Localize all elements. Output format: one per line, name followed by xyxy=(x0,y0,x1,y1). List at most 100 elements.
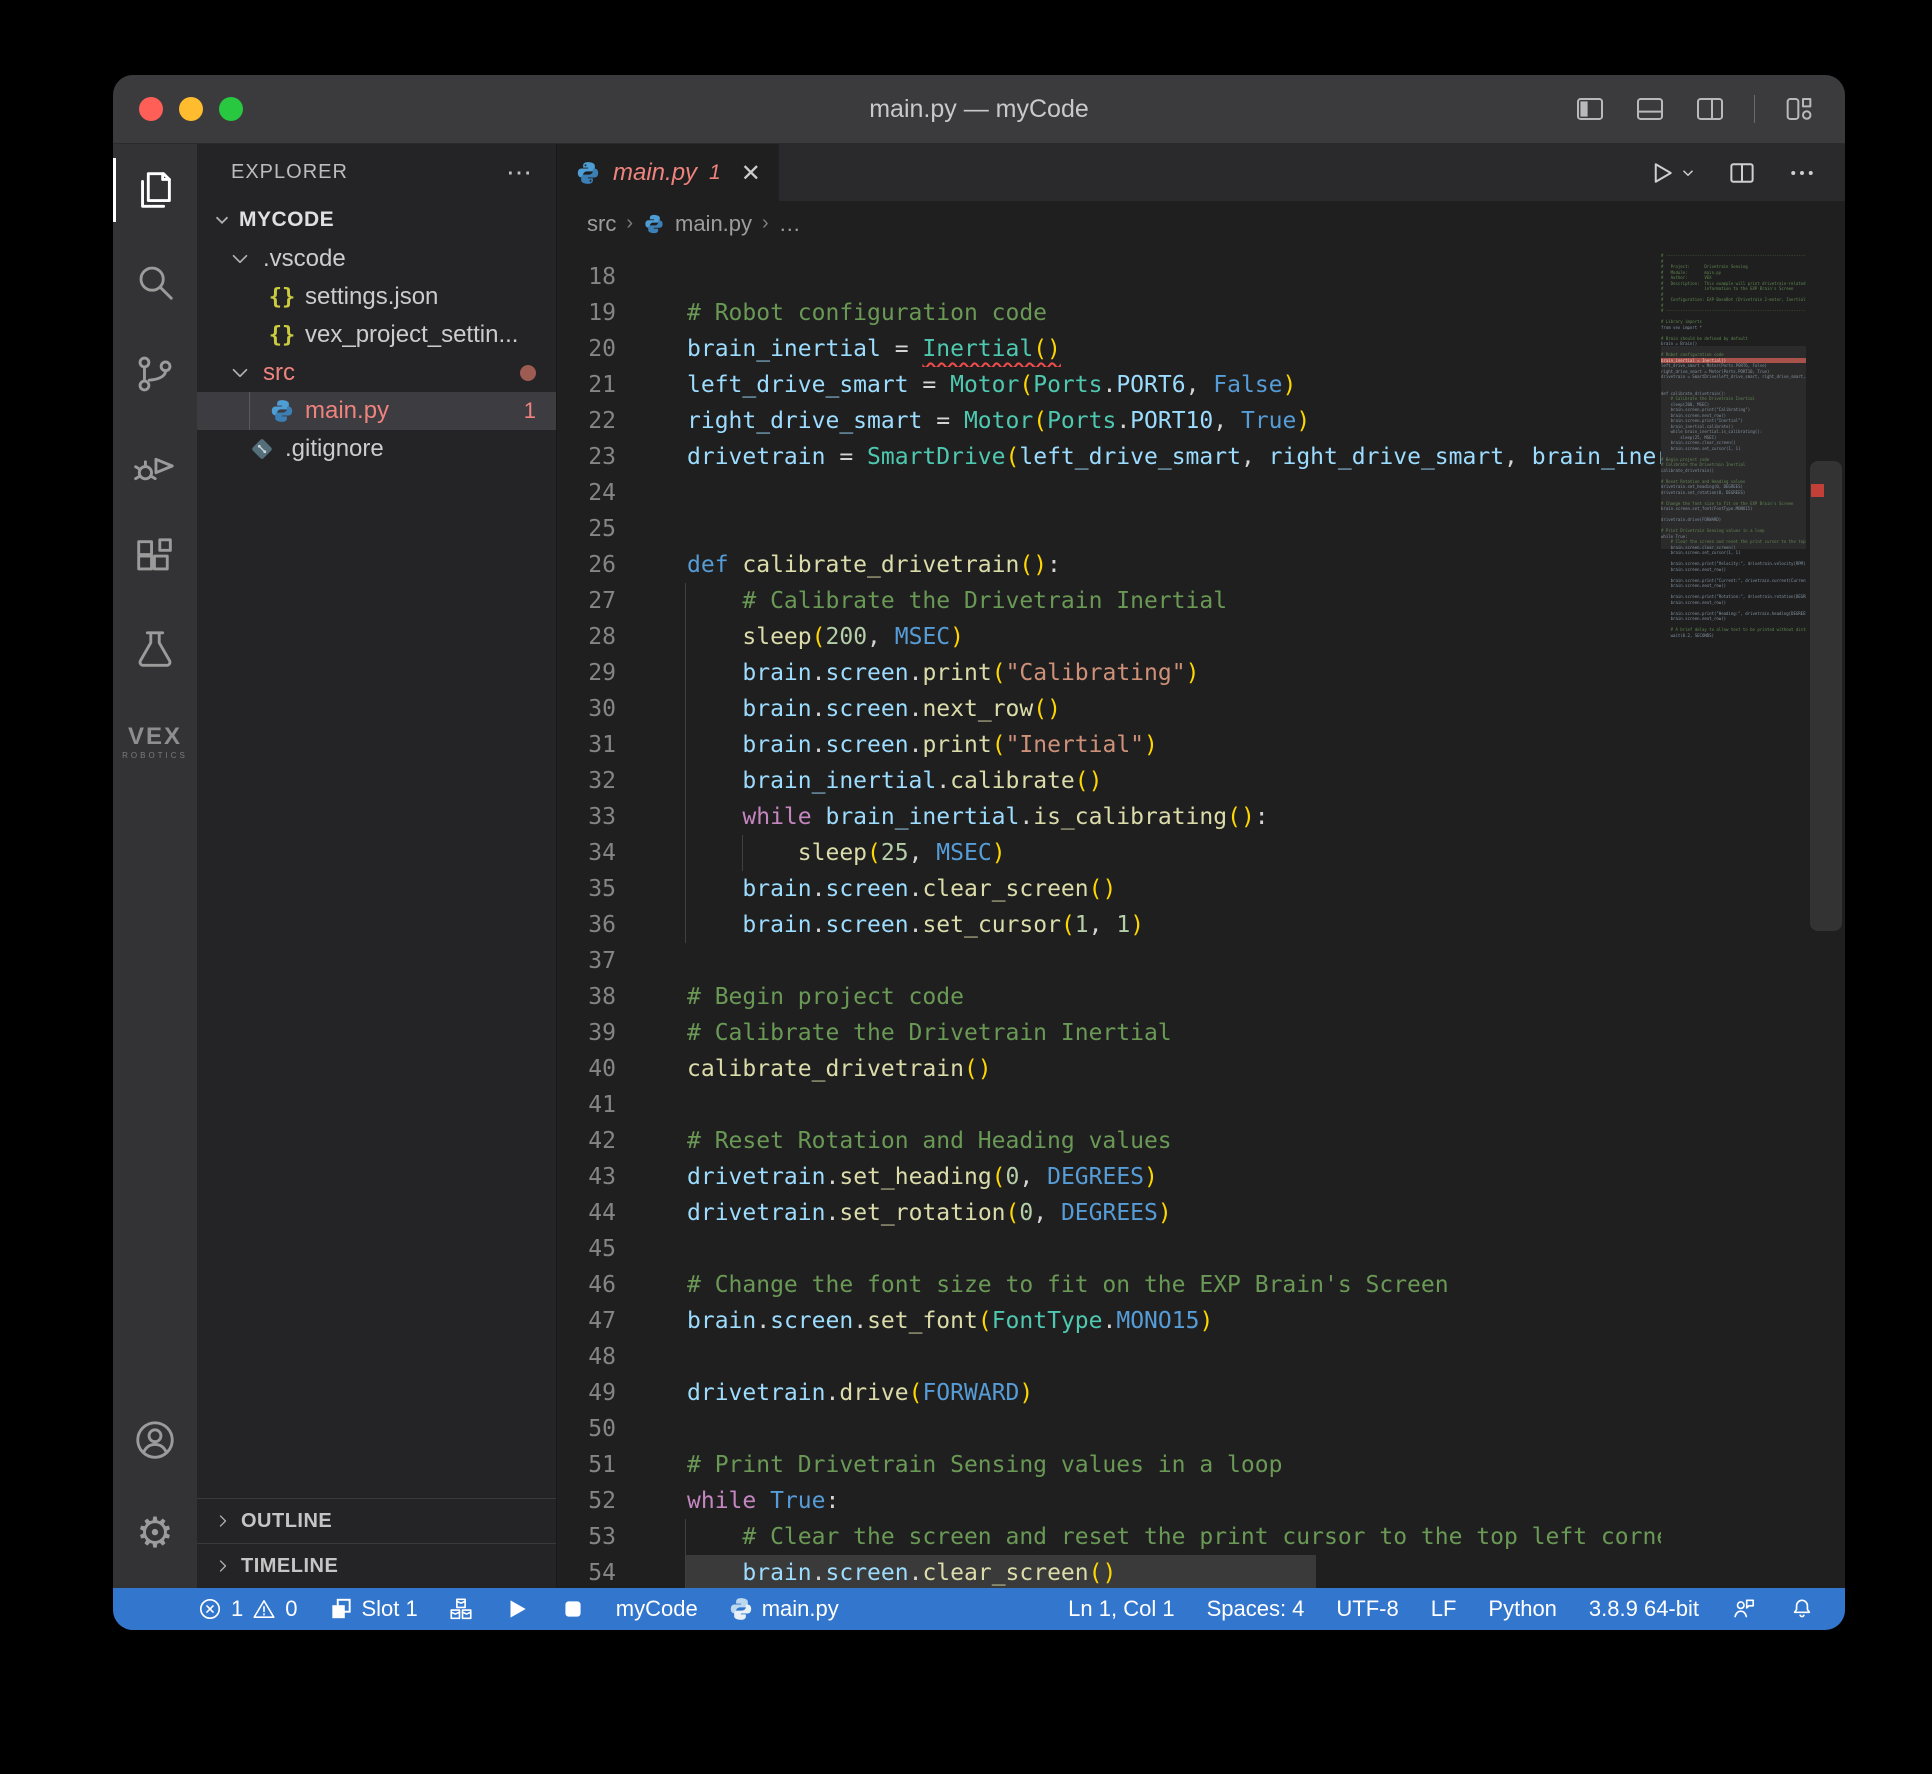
code-line-30[interactable]: 30 brain.screen.next_row() xyxy=(557,691,1661,727)
status-feedback[interactable] xyxy=(1731,1596,1757,1622)
minimap-slider[interactable] xyxy=(1661,346,1806,549)
tree-item-vex-project-settin-[interactable]: {}vex_project_settin... xyxy=(197,316,556,354)
status-notifications[interactable] xyxy=(1789,1596,1815,1622)
customize-layout-icon[interactable] xyxy=(1783,93,1815,125)
code-line-36[interactable]: 36 brain.screen.set_cursor(1, 1) xyxy=(557,907,1661,943)
status-eol[interactable]: LF xyxy=(1431,1596,1457,1622)
code-line-29[interactable]: 29 brain.screen.print("Calibrating") xyxy=(557,655,1661,691)
code-line-26[interactable]: 26def calibrate_drivetrain(): xyxy=(557,547,1661,583)
status-vex-run[interactable] xyxy=(504,1596,530,1622)
code-line-42[interactable]: 42# Reset Rotation and Heading values xyxy=(557,1123,1661,1159)
activity-testing-icon[interactable] xyxy=(113,604,197,696)
problems-indicator[interactable]: 10 xyxy=(197,1596,298,1622)
status-problems-errors[interactable]: 1 xyxy=(197,1596,243,1622)
scrollbar[interactable] xyxy=(1806,246,1845,1588)
status-encoding[interactable]: UTF-8 xyxy=(1336,1596,1398,1622)
code-line-50[interactable]: 50 xyxy=(557,1411,1661,1447)
code-line-24[interactable]: 24 xyxy=(557,475,1661,511)
toggle-secondary-sidebar-icon[interactable] xyxy=(1694,93,1726,125)
code-line-44[interactable]: 44drivetrain.set_rotation(0, DEGREES) xyxy=(557,1195,1661,1231)
code-line-22[interactable]: 22right_drive_smart = Motor(Ports.PORT10… xyxy=(557,403,1661,439)
line-number: 40 xyxy=(557,1051,687,1087)
git-file-icon xyxy=(249,436,275,462)
workspace-root-label: MYCODE xyxy=(239,208,334,232)
activity-search-icon[interactable] xyxy=(113,236,197,328)
code-line-41[interactable]: 41 xyxy=(557,1087,1661,1123)
tab-main-py[interactable]: main.py 1 ✕ xyxy=(557,144,779,201)
status-python-interpreter[interactable]: 3.8.9 64-bit xyxy=(1589,1596,1699,1622)
more-actions-button[interactable] xyxy=(1787,158,1817,188)
breadcrumb-item[interactable]: src xyxy=(587,211,616,237)
play-icon xyxy=(1647,158,1677,188)
line-number: 20 xyxy=(557,331,687,367)
workspace-root-folder[interactable]: MYCODE xyxy=(197,200,556,240)
scrollbar-slider[interactable] xyxy=(1810,461,1842,931)
code-line-38[interactable]: 38# Begin project code xyxy=(557,979,1661,1015)
code-line-40[interactable]: 40calibrate_drivetrain() xyxy=(557,1051,1661,1087)
status-indentation[interactable]: Spaces: 4 xyxy=(1207,1596,1305,1622)
panel-outline[interactable]: OUTLINE xyxy=(197,1498,556,1543)
tree-item-src[interactable]: src xyxy=(197,354,556,392)
code-line-52[interactable]: 52while True: xyxy=(557,1483,1661,1519)
code-line-21[interactable]: 21left_drive_smart = Motor(Ports.PORT6, … xyxy=(557,367,1661,403)
activity-settings-icon[interactable]: ⚙ xyxy=(113,1486,197,1578)
code-line-27[interactable]: 27 # Calibrate the Drivetrain Inertial xyxy=(557,583,1661,619)
status-vex-stop[interactable] xyxy=(560,1596,586,1622)
views-and-more-actions-button[interactable]: ⋯ xyxy=(506,157,534,188)
tree-item--gitignore[interactable]: .gitignore xyxy=(197,430,556,468)
code-line-37[interactable]: 37 xyxy=(557,943,1661,979)
code-line-53[interactable]: 53 # Clear the screen and reset the prin… xyxy=(557,1519,1661,1555)
activity-account-icon[interactable] xyxy=(113,1394,197,1486)
code-line-19[interactable]: 19# Robot configuration code xyxy=(557,295,1661,331)
line-number: 51 xyxy=(557,1447,687,1483)
breadcrumb-item[interactable]: main.py xyxy=(675,211,752,237)
tree-item-label: .vscode xyxy=(263,245,346,273)
code-line-39[interactable]: 39# Calibrate the Drivetrain Inertial xyxy=(557,1015,1661,1051)
tree-item-settings-json[interactable]: {}settings.json xyxy=(197,278,556,316)
status-language-mode[interactable]: Python xyxy=(1488,1596,1557,1622)
activity-vex-robotics-icon[interactable]: VEXROBOTICS xyxy=(113,696,197,788)
status-problems-warnings[interactable]: 0 xyxy=(251,1596,297,1622)
status-vex-blocks[interactable] xyxy=(448,1596,474,1622)
activity-run-debug-icon[interactable] xyxy=(113,420,197,512)
tree-item-main-py[interactable]: main.py1 xyxy=(197,392,556,430)
code-text: drivetrain.drive(FORWARD) xyxy=(687,1375,1661,1411)
status-cursor-position[interactable]: Ln 1, Col 1 xyxy=(1068,1596,1174,1622)
code-editor[interactable]: 1819# Robot configuration code20brain_in… xyxy=(557,246,1845,1588)
code-line-51[interactable]: 51# Print Drivetrain Sensing values in a… xyxy=(557,1447,1661,1483)
breadcrumb-item[interactable]: … xyxy=(779,211,801,237)
status-vex-slot[interactable]: Slot 1 xyxy=(328,1596,418,1622)
panel-timeline[interactable]: TIMELINE xyxy=(197,1543,556,1588)
code-line-48[interactable]: 48 xyxy=(557,1339,1661,1375)
tree-item--vscode[interactable]: .vscode xyxy=(197,240,556,278)
code-line-32[interactable]: 32 brain_inertial.calibrate() xyxy=(557,763,1661,799)
code-line-43[interactable]: 43drivetrain.set_heading(0, DEGREES) xyxy=(557,1159,1661,1195)
code-line-31[interactable]: 31 brain.screen.print("Inertial") xyxy=(557,727,1661,763)
line-number: 52 xyxy=(557,1483,687,1519)
code-line-47[interactable]: 47brain.screen.set_font(FontType.MONO15) xyxy=(557,1303,1661,1339)
activity-extensions-icon[interactable] xyxy=(113,512,197,604)
close-tab-button[interactable]: ✕ xyxy=(741,159,761,187)
separator xyxy=(1754,95,1755,123)
code-line-45[interactable]: 45 xyxy=(557,1231,1661,1267)
code-line-49[interactable]: 49drivetrain.drive(FORWARD) xyxy=(557,1375,1661,1411)
activity-source-control-icon[interactable] xyxy=(113,328,197,420)
code-line-28[interactable]: 28 sleep(200, MSEC) xyxy=(557,619,1661,655)
code-line-20[interactable]: 20brain_inertial = Inertial() xyxy=(557,331,1661,367)
code-line-18[interactable]: 18 xyxy=(557,259,1661,295)
split-editor-button[interactable] xyxy=(1727,158,1757,188)
code-line-35[interactable]: 35 brain.screen.clear_screen() xyxy=(557,871,1661,907)
code-line-23[interactable]: 23drivetrain = SmartDrive(left_drive_sma… xyxy=(557,439,1661,475)
status-active-file[interactable]: main.py xyxy=(728,1596,839,1622)
code-line-34[interactable]: 34 sleep(25, MSEC) xyxy=(557,835,1661,871)
code-line-33[interactable]: 33 while brain_inertial.is_calibrating()… xyxy=(557,799,1661,835)
code-line-25[interactable]: 25 xyxy=(557,511,1661,547)
toggle-primary-sidebar-icon[interactable] xyxy=(1574,93,1606,125)
code-line-54[interactable]: 54 brain.screen.clear_screen() xyxy=(557,1555,1661,1588)
toggle-panel-icon[interactable] xyxy=(1634,93,1666,125)
code-line-46[interactable]: 46# Change the font size to fit on the E… xyxy=(557,1267,1661,1303)
code-text xyxy=(687,943,1661,979)
activity-explorer-icon[interactable] xyxy=(113,144,197,236)
status-project-name[interactable]: myCode xyxy=(616,1596,698,1622)
run-python-file-button[interactable] xyxy=(1647,158,1697,188)
